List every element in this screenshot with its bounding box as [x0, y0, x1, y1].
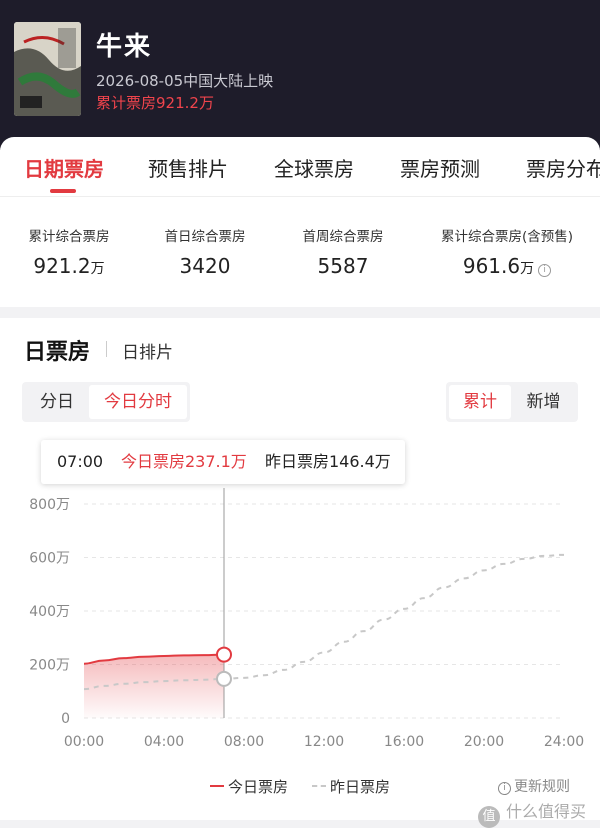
movie-title: 牛来	[96, 32, 153, 62]
stat-value: 961.6万 i	[434, 254, 580, 278]
stat-cumulative: 累计综合票房 921.2万	[22, 225, 116, 278]
daily-box-office-card: 日票房 日排片 分日 今日分时 累计 新增 07:00 今日票房237.1万 昨…	[0, 318, 600, 820]
by-day-option[interactable]: 分日	[26, 385, 88, 419]
stat-label: 累计综合票房	[28, 229, 110, 245]
stat-value: 3420	[179, 254, 231, 278]
section-title[interactable]: 日票房	[24, 334, 90, 366]
view-mode-toggle: 分日 今日分时	[22, 382, 190, 422]
legend-today: 今日票房	[210, 776, 288, 797]
tab-bar: 日期票房 预售排片 全球票房 票房预测 票房分布	[0, 137, 600, 197]
y-tick-label: 400万	[29, 604, 70, 620]
watermark-logo-icon: 值	[478, 806, 500, 828]
today-hourly-option[interactable]: 今日分时	[89, 385, 187, 419]
y-tick-label: 800万	[29, 497, 70, 513]
tab-box-office-distribution[interactable]: 票房分布	[526, 153, 600, 182]
stat-value: 5587	[317, 254, 369, 278]
legend-solid-line-icon	[210, 785, 224, 787]
x-tick-label: 04:00	[144, 734, 184, 750]
stat-label: 首周综合票房	[302, 229, 384, 245]
tooltip-yesterday-value: 昨日票房146.4万	[265, 452, 391, 471]
stat-label: 首日综合票房	[164, 229, 246, 245]
release-info: 2026-08-05中国大陆上映	[96, 72, 274, 90]
y-tick-label: 200万	[29, 658, 70, 674]
tab-box-office-forecast[interactable]: 票房预测	[400, 153, 480, 182]
total-box-office: 累计票房921.2万	[96, 94, 214, 112]
y-tick-label: 0	[61, 711, 70, 727]
watermark: 值什么值得买	[478, 798, 586, 828]
tab-daily-box-office[interactable]: 日期票房	[24, 153, 104, 182]
tooltip-today-value: 今日票房237.1万	[121, 452, 247, 471]
poster-art-icon	[14, 22, 81, 116]
accumulation-toggle: 累计 新增	[446, 382, 578, 422]
stat-value: 921.2万	[33, 254, 105, 278]
info-icon[interactable]: i	[538, 264, 552, 277]
box-office-summary-card: 日期票房 预售排片 全球票房 票房预测 票房分布 累计综合票房 921.2万 首…	[0, 137, 600, 307]
section-divider	[106, 341, 107, 357]
x-tick-label: 20:00	[464, 734, 504, 750]
info-icon: i	[498, 782, 511, 795]
stat-first-day: 首日综合票房 3420	[158, 225, 252, 278]
stat-label: 累计综合票房(含预售)	[440, 229, 574, 245]
y-tick-label: 600万	[29, 551, 70, 567]
movie-header: 牛来 2026-08-05中国大陆上映 累计票房921.2万	[0, 0, 600, 150]
today-marker	[216, 646, 232, 663]
legend-yesterday: 昨日票房	[312, 776, 390, 797]
x-tick-label: 12:00	[304, 734, 344, 750]
movie-poster[interactable]	[14, 22, 81, 116]
chart-legend: 今日票房 昨日票房 i 更新规则	[0, 776, 600, 800]
update-rules-link[interactable]: i 更新规则	[498, 776, 570, 796]
x-tick-label: 16:00	[384, 734, 424, 750]
tab-global-box-office[interactable]: 全球票房	[274, 153, 354, 182]
chart-tooltip: 07:00 今日票房237.1万 昨日票房146.4万	[41, 440, 405, 484]
x-tick-label: 24:00	[544, 734, 584, 750]
daily-schedule-link[interactable]: 日排片	[122, 338, 173, 363]
legend-dashed-line-icon	[312, 785, 326, 787]
x-tick-label: 00:00	[64, 734, 104, 750]
tooltip-time: 07:00	[57, 452, 104, 471]
stat-cumulative-with-presale: 累计综合票房(含预售) 961.6万 i	[434, 225, 580, 278]
stat-first-week: 首周综合票房 5587	[296, 225, 390, 278]
active-tab-indicator	[50, 189, 76, 193]
increment-option[interactable]: 新增	[512, 385, 575, 419]
stats-row: 累计综合票房 921.2万 首日综合票房 3420 首周综合票房 5587 累计…	[0, 225, 600, 285]
hourly-box-office-chart[interactable]: 0 200万 400万 600万 800万 00:00 04:00 08:00 12:00 16:…	[0, 488, 600, 758]
tab-presale-schedule[interactable]: 预售排片	[148, 153, 228, 182]
x-tick-label: 08:00	[224, 734, 264, 750]
yesterday-marker	[216, 670, 232, 687]
cumulative-option[interactable]: 累计	[449, 385, 511, 419]
